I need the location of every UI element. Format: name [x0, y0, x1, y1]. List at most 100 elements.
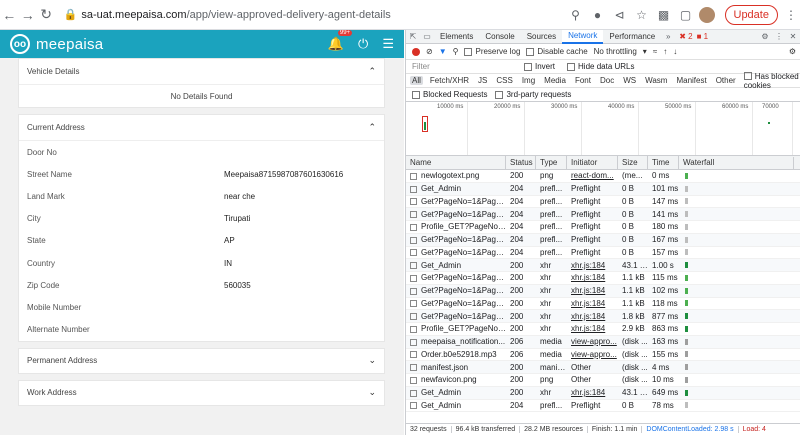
settings-gear-icon[interactable]: ⚙ — [758, 32, 772, 41]
download-icon[interactable]: ↓ — [673, 47, 677, 56]
close-icon[interactable]: ✕ — [786, 32, 800, 41]
type-filter-css[interactable]: CSS — [494, 76, 514, 85]
avatar[interactable] — [698, 6, 715, 23]
table-row[interactable]: meepaisa_notification... 206 media view-app… — [406, 335, 800, 349]
chevron-up-icon[interactable]: ⌃ — [368, 122, 376, 133]
network-settings-icon[interactable]: ⚙ — [789, 47, 796, 56]
reload-icon[interactable]: ↻ — [37, 4, 55, 26]
initiator-link[interactable]: view-appro... — [571, 350, 617, 359]
initiator-link[interactable]: xhr.js:184 — [571, 286, 605, 295]
column-header-initiator[interactable]: Initiator — [567, 155, 618, 170]
table-row[interactable]: Get?PageNo=1&PageS... 204 prefl... Prefligh… — [406, 233, 800, 247]
issues-count-badge[interactable]: ■ 1 — [697, 32, 709, 41]
sidepanel-icon[interactable]: ▢ — [677, 6, 695, 24]
cell-initiator[interactable]: react-dom... — [567, 171, 618, 180]
cell-initiator[interactable]: xhr.js:184 — [567, 261, 618, 270]
column-header-name[interactable]: Name — [406, 155, 506, 170]
star-icon[interactable]: ☆ — [633, 6, 651, 24]
table-row[interactable]: Get?PageNo=1&PageS... 204 prefl... Prefligh… — [406, 247, 800, 260]
cell-initiator[interactable]: xhr.js:184 — [567, 273, 618, 282]
type-filter-js[interactable]: JS — [476, 76, 489, 85]
column-header-time[interactable]: Time — [648, 155, 679, 170]
cell-initiator[interactable]: view-appro... — [567, 337, 618, 346]
upload-icon[interactable]: ↑ — [663, 47, 667, 56]
inspect-icon[interactable]: ⇱ — [406, 32, 420, 41]
permanent-address-header[interactable]: Permanent Address ⌄ — [19, 349, 384, 373]
extensions-icon[interactable]: ▩ — [655, 6, 673, 24]
more-tabs-icon[interactable]: » — [661, 32, 675, 41]
type-filter-fetchxhr[interactable]: Fetch/XHR — [428, 76, 471, 85]
update-button[interactable]: Update — [724, 4, 778, 25]
type-filter-wasm[interactable]: Wasm — [643, 76, 669, 85]
chevron-down-icon[interactable]: ⌄ — [368, 355, 376, 366]
filter-funnel-icon[interactable]: ▼ — [439, 47, 447, 56]
disable-cache-checkbox[interactable]: Disable cache — [526, 47, 588, 56]
initiator-link[interactable]: xhr.js:184 — [571, 261, 605, 270]
hamburger-menu-icon[interactable]: ☰ — [382, 36, 394, 52]
table-row[interactable]: manifest.json 200 manifest Other (disk ... 4 … — [406, 361, 800, 374]
initiator-link[interactable]: xhr.js:184 — [571, 273, 605, 282]
cell-initiator[interactable]: xhr.js:184 — [567, 299, 618, 308]
table-row[interactable]: Get?PageNo=1&PageS... 200 xhr xhr.js:184 1.1… — [406, 298, 800, 311]
clear-icon[interactable]: ⊘ — [426, 47, 433, 56]
share-icon[interactable]: ⊲ — [611, 6, 629, 24]
type-filter-font[interactable]: Font — [573, 76, 593, 85]
preserve-log-checkbox[interactable]: Preserve log — [464, 47, 520, 56]
error-count-badge[interactable]: ✖ 2 — [679, 32, 692, 41]
initiator-link[interactable]: xhr.js:184 — [571, 388, 605, 397]
type-filter-media[interactable]: Media — [542, 76, 568, 85]
table-row[interactable]: Get?PageNo=1&PageS... 200 xhr xhr.js:184 1.1… — [406, 272, 800, 285]
table-row[interactable]: Get_Admin 200 xhr xhr.js:184 43.1 kB 649 ms — [406, 386, 800, 400]
table-row[interactable]: Profile_GET?PageNo=... 204 prefl... Preflig… — [406, 221, 800, 234]
location-icon[interactable]: ● — [589, 6, 607, 24]
work-address-header[interactable]: Work Address ⌄ — [19, 381, 384, 405]
blocked-requests-checkbox[interactable]: Blocked Requests — [412, 90, 487, 99]
table-row[interactable]: Get?PageNo=1&PageS... 200 xhr xhr.js:184 1.1… — [406, 284, 800, 298]
initiator-link[interactable]: xhr.js:184 — [571, 324, 605, 333]
table-row[interactable]: Order.b0e52918.mp3 206 media view-appro... (… — [406, 349, 800, 362]
tab-sources[interactable]: Sources — [521, 30, 562, 44]
address-bar[interactable]: 🔒 sa-uat.meepaisa.com /app/view-approved… — [63, 4, 560, 26]
tab-elements[interactable]: Elements — [434, 30, 479, 44]
chevron-down-icon[interactable]: ⌄ — [368, 387, 376, 398]
back-icon[interactable]: ← — [0, 4, 18, 26]
column-header-waterfall[interactable]: Waterfall — [679, 156, 794, 169]
has-blocked-cookies-checkbox[interactable]: Has blocked cookies — [743, 72, 800, 90]
current-address-header[interactable]: Current Address ⌃ — [19, 115, 384, 141]
kebab-menu-icon[interactable]: ⋮ — [772, 32, 786, 41]
menu-dots-icon[interactable]: ⋮ — [782, 6, 800, 24]
table-row[interactable]: Get_Admin 200 xhr xhr.js:184 43.1 kB 1.00 s — [406, 259, 800, 272]
table-row[interactable]: Get_Admin 204 prefl... Preflight 0 B 101 ms — [406, 182, 800, 196]
cell-initiator[interactable]: xhr.js:184 — [567, 388, 618, 397]
hide-data-urls-checkbox[interactable]: Hide data URLs — [567, 62, 635, 71]
tab-console[interactable]: Console — [479, 30, 520, 44]
vehicle-details-header[interactable]: Vehicle Details ⌃ — [19, 59, 384, 85]
initiator-link[interactable]: view-appro... — [571, 337, 617, 346]
type-filter-manifest[interactable]: Manifest — [674, 76, 708, 85]
type-filter-doc[interactable]: Doc — [598, 76, 616, 85]
search-icon[interactable]: ⚲ — [567, 6, 585, 24]
chevron-up-icon[interactable]: ⌃ — [368, 66, 376, 77]
invert-checkbox[interactable]: Invert — [524, 62, 555, 71]
cell-initiator[interactable]: xhr.js:184 — [567, 324, 618, 333]
initiator-link[interactable]: xhr.js:184 — [571, 312, 605, 321]
table-row[interactable]: newlogotext.png 200 png react-dom... (me... 0… — [406, 170, 800, 183]
throttling-select[interactable]: No throttling — [594, 47, 637, 56]
type-filter-all[interactable]: All — [410, 76, 423, 85]
forward-icon[interactable]: → — [18, 4, 36, 26]
device-toggle-icon[interactable]: ▭ — [420, 32, 434, 41]
tab-performance[interactable]: Performance — [603, 30, 661, 44]
search-icon[interactable]: ⚲ — [453, 47, 459, 56]
table-row[interactable]: newfavicon.png 200 png Other (disk ... 10 ms — [406, 374, 800, 387]
table-row[interactable]: Get?PageNo=1&PageS... 204 prefl... Prefligh… — [406, 208, 800, 221]
cell-initiator[interactable]: xhr.js:184 — [567, 286, 618, 295]
initiator-link[interactable]: react-dom... — [571, 171, 614, 180]
network-overview-timeline[interactable]: 10000 ms 20000 ms 30000 ms 40000 ms 50000 ms… — [406, 102, 800, 156]
record-icon[interactable] — [412, 47, 420, 56]
chevron-down-icon[interactable]: ▾ — [643, 47, 647, 56]
type-filter-ws[interactable]: WS — [621, 76, 638, 85]
table-row[interactable]: Get?PageNo=1&PageS... 200 xhr xhr.js:184 1.8… — [406, 310, 800, 323]
cell-initiator[interactable]: view-appro... — [567, 350, 618, 359]
cell-initiator[interactable]: xhr.js:184 — [567, 312, 618, 321]
column-header-status[interactable]: Status — [506, 155, 536, 170]
